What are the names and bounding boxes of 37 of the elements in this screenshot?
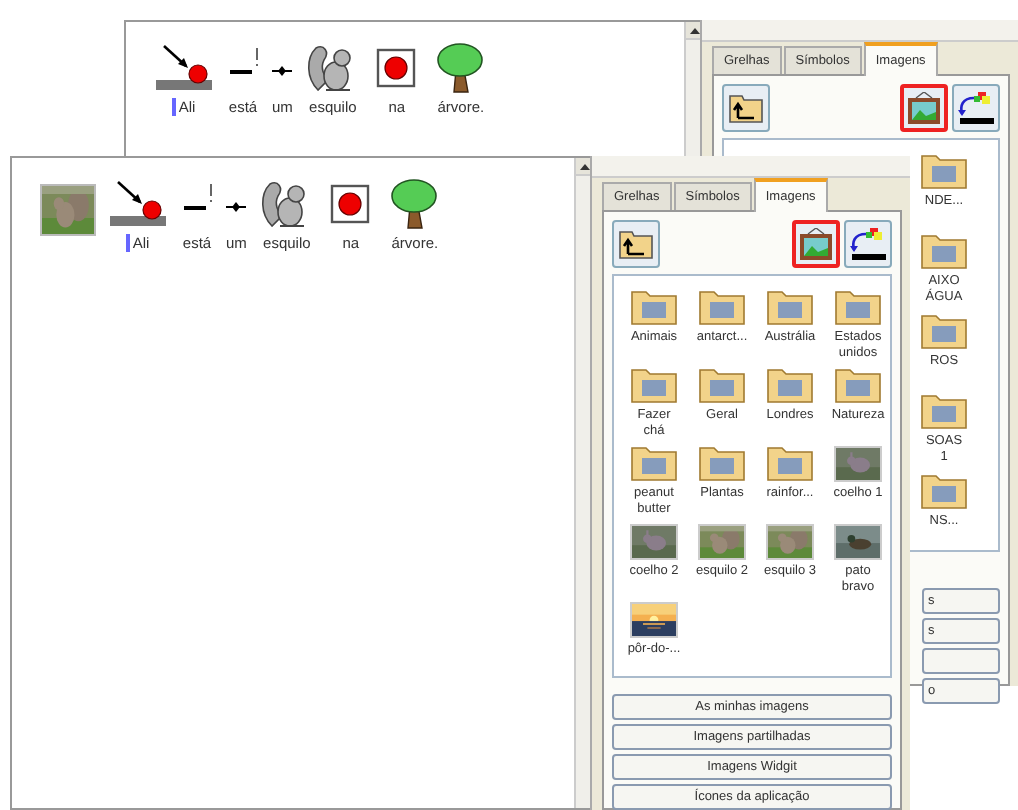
folder-icon <box>630 364 678 404</box>
folder-up-icon <box>618 228 654 260</box>
picture-button[interactable] <box>900 84 948 132</box>
folder-up-icon <box>728 92 764 124</box>
arrow-up-icon <box>689 27 699 33</box>
category-button[interactable] <box>922 648 1000 674</box>
colour-swap-icon <box>956 90 996 126</box>
arrow-ball-symbol-icon <box>108 178 168 230</box>
folder-icon <box>920 470 968 510</box>
folder-icon <box>698 286 746 326</box>
folder-icon <box>698 442 746 482</box>
dash-exclamation-icon <box>182 184 212 210</box>
dash-exclamation-icon <box>228 48 258 74</box>
tree-icon <box>434 42 487 94</box>
folder-icon <box>766 442 814 482</box>
folder-icon <box>766 286 814 326</box>
folder-icon <box>920 150 968 190</box>
folder-icon <box>630 286 678 326</box>
tree-icon <box>388 178 441 230</box>
folder-icon <box>698 364 746 404</box>
arrow-ball-symbol-icon <box>154 42 214 94</box>
colour-swap-icon <box>848 226 888 262</box>
folder-icon <box>920 310 968 350</box>
framed-landscape-icon <box>798 227 834 261</box>
folder-icon <box>630 442 678 482</box>
folder-icon <box>766 364 814 404</box>
arrow-up-icon <box>579 163 589 169</box>
swap-colours-button[interactable] <box>844 220 892 268</box>
folder-icon <box>920 230 968 270</box>
folder-icon <box>920 390 968 430</box>
framed-landscape-icon <box>906 91 942 125</box>
picture-button[interactable] <box>792 220 840 268</box>
folder-icon <box>834 364 882 404</box>
up-folder-button[interactable] <box>612 220 660 268</box>
folder-icon <box>834 286 882 326</box>
up-folder-button[interactable] <box>722 84 770 132</box>
swap-colours-button[interactable] <box>952 84 1000 132</box>
